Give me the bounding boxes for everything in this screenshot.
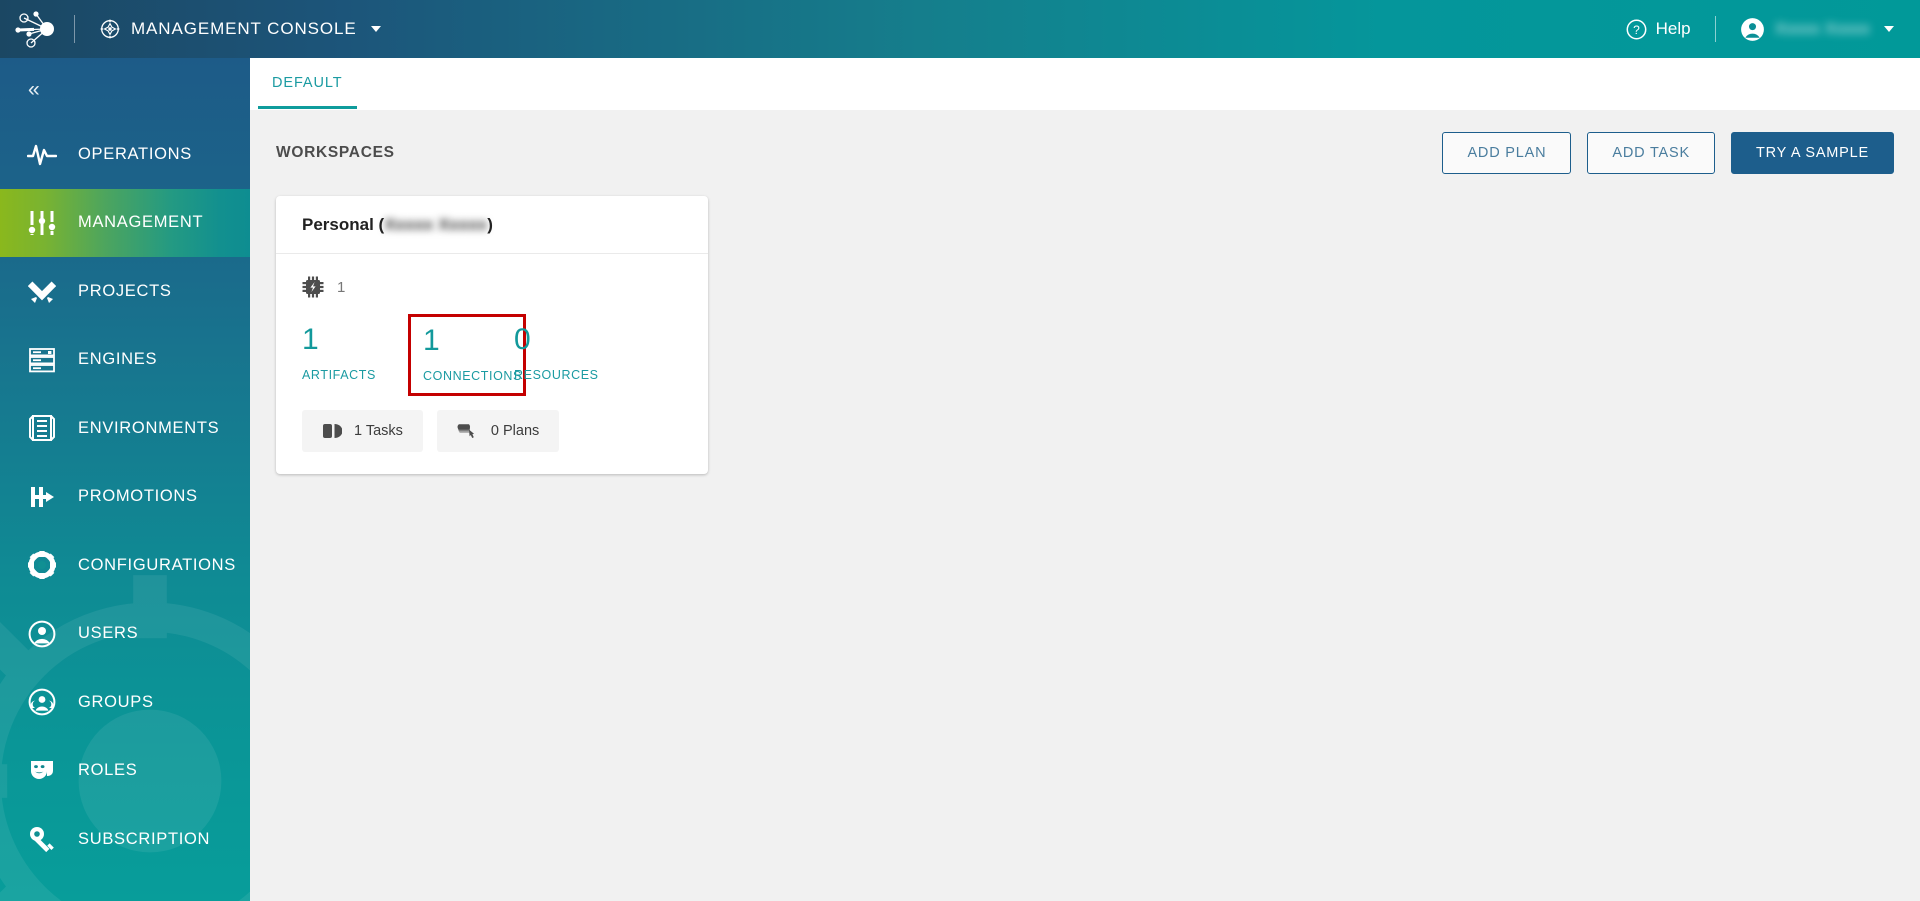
- stat-artifacts[interactable]: 1 ARTIFACTS: [302, 314, 420, 392]
- key-icon: [26, 823, 58, 855]
- sidebar-navigation: « OPERATIONS MANAGEMENT PROJECTS ENGINES…: [0, 58, 250, 901]
- plans-stack-icon: [457, 423, 474, 438]
- header-right-group: ? Help Xxxxx Xxxxx: [1626, 16, 1920, 42]
- sidebar-item-label: ENGINES: [78, 350, 158, 369]
- top-header-bar: MANAGEMENT CONSOLE ? Help Xxxxx Xxxxx: [0, 0, 1920, 58]
- user-circle-icon: [26, 618, 58, 650]
- page-action-buttons: ADD PLAN ADD TASK TRY A SAMPLE: [1442, 132, 1894, 174]
- tab-bar: DEFAULT: [250, 58, 1920, 110]
- sidebar-item-users[interactable]: USERS: [0, 600, 250, 669]
- task-half-circle-icon: [323, 423, 342, 438]
- workspace-stats-row: 1 ARTIFACTS 1 CONNECTIONS 0 RESOURCES: [302, 314, 682, 396]
- environment-box-icon: [26, 412, 58, 444]
- stat-connections-value: 1: [423, 324, 440, 357]
- help-button[interactable]: ? Help: [1626, 19, 1691, 40]
- theater-masks-icon: [26, 755, 58, 787]
- tab-label: DEFAULT: [272, 75, 343, 91]
- management-console-menu[interactable]: MANAGEMENT CONSOLE: [99, 18, 381, 40]
- sidebar-item-label: PROJECTS: [78, 281, 172, 300]
- stat-connections[interactable]: 1 CONNECTIONS: [408, 314, 526, 396]
- stat-resources[interactable]: 0 RESOURCES: [514, 314, 632, 392]
- network-nodes-logo-icon: [15, 11, 54, 48]
- stat-resources-value: 0: [514, 323, 531, 356]
- tab-default[interactable]: DEFAULT: [250, 57, 365, 109]
- console-chevron-down-icon[interactable]: [370, 26, 381, 32]
- badge-plans[interactable]: 0 Plans: [436, 409, 560, 452]
- header-right-divider: [1714, 16, 1716, 42]
- page-header: WORKSPACES ADD PLAN ADD TASK TRY A SAMPL…: [276, 110, 1894, 196]
- sidebar-item-operations[interactable]: OPERATIONS: [0, 120, 250, 189]
- promotion-arrow-icon: [26, 481, 58, 513]
- workspace-owner: Xxxxx Xxxxx: [384, 214, 488, 234]
- sidebar-item-label: GROUPS: [78, 692, 154, 711]
- users-group-icon: [26, 686, 58, 718]
- page-content: WORKSPACES ADD PLAN ADD TASK TRY A SAMPL…: [250, 110, 1920, 474]
- badge-tasks-label: 1 Tasks: [354, 422, 403, 439]
- engine-chip-row: 1: [302, 272, 682, 302]
- user-chevron-down-icon[interactable]: [1884, 26, 1894, 32]
- sidebar-item-label: USERS: [78, 624, 139, 643]
- sidebar-item-label: SUBSCRIPTION: [78, 829, 211, 848]
- user-name: Xxxxx Xxxxx: [1774, 19, 1870, 38]
- sidebar-item-groups[interactable]: GROUPS: [0, 668, 250, 737]
- sidebar-item-label: PROMOTIONS: [78, 487, 198, 506]
- user-menu[interactable]: Xxxxx Xxxxx: [1740, 17, 1894, 42]
- workspace-name: Personal ( Xxxxx Xxxxx ): [302, 215, 493, 235]
- workspace-card-header: Personal ( Xxxxx Xxxxx ): [276, 196, 708, 254]
- sidebar-item-management[interactable]: MANAGEMENT: [0, 188, 250, 257]
- badge-plans-label: 0 Plans: [490, 422, 540, 439]
- workspace-card[interactable]: Personal ( Xxxxx Xxxxx ) 1 1 ARTIFACTS 1…: [276, 196, 708, 474]
- badge-tasks[interactable]: 1 Tasks: [302, 409, 423, 452]
- page-title: WORKSPACES: [276, 144, 395, 161]
- add-plan-button[interactable]: ADD PLAN: [1442, 132, 1572, 174]
- sidebar-item-configurations[interactable]: CONFIGURATIONS: [0, 531, 250, 600]
- sidebar-item-label: ROLES: [78, 761, 138, 780]
- console-title: MANAGEMENT CONSOLE: [131, 19, 357, 38]
- workspace-name-suffix: ): [487, 214, 493, 234]
- workspace-card-grid: Personal ( Xxxxx Xxxxx ) 1 1 ARTIFACTS 1…: [276, 196, 1894, 474]
- sidebar-item-label: OPERATIONS: [78, 144, 192, 163]
- sidebar-item-list: OPERATIONS MANAGEMENT PROJECTS ENGINES E…: [0, 120, 250, 874]
- try-a-sample-button[interactable]: TRY A SAMPLE: [1730, 132, 1894, 174]
- svg-text:?: ?: [1633, 23, 1640, 37]
- sidebar-item-engines[interactable]: ENGINES: [0, 326, 250, 395]
- sidebar-item-environments[interactable]: ENVIRONMENTS: [0, 394, 250, 463]
- sidebar-item-roles[interactable]: ROLES: [0, 737, 250, 806]
- server-stack-icon: [26, 344, 58, 376]
- pencil-ruler-icon: [26, 275, 58, 307]
- engine-chip-count: 1: [337, 278, 346, 296]
- header-divider: [74, 15, 75, 43]
- sidebar-collapse-button[interactable]: «: [0, 58, 250, 120]
- stat-artifacts-label: ARTIFACTS: [302, 367, 376, 382]
- sliders-icon: [26, 207, 58, 239]
- sidebar-item-label: CONFIGURATIONS: [78, 555, 236, 574]
- user-avatar-icon: [1740, 17, 1764, 41]
- stat-resources-label: RESOURCES: [514, 367, 599, 382]
- sidebar-item-subscription[interactable]: SUBSCRIPTION: [0, 805, 250, 874]
- sidebar-item-label: MANAGEMENT: [78, 213, 204, 232]
- workspace-name-prefix: Personal (: [302, 214, 385, 234]
- question-circle-icon: ?: [1626, 19, 1647, 39]
- help-label: Help: [1655, 19, 1691, 38]
- double-chevron-left-icon: «: [28, 77, 40, 101]
- workspace-badges-row: 1 Tasks 0 Plans: [302, 409, 682, 452]
- stat-artifacts-value: 1: [302, 323, 319, 356]
- compass-target-icon: [100, 19, 120, 39]
- sidebar-item-projects[interactable]: PROJECTS: [0, 257, 250, 326]
- add-task-button[interactable]: ADD TASK: [1587, 132, 1715, 174]
- sidebar-item-label: ENVIRONMENTS: [78, 418, 220, 437]
- main-content-area: DEFAULT WORKSPACES ADD PLAN ADD TASK TRY…: [250, 58, 1920, 901]
- processor-chip-icon: [302, 276, 324, 298]
- stat-connections-label: CONNECTIONS: [423, 368, 522, 383]
- sidebar-item-promotions[interactable]: PROMOTIONS: [0, 463, 250, 532]
- gear-icon: [26, 549, 58, 581]
- app-logo[interactable]: [0, 0, 70, 58]
- workspace-card-body: 1 1 ARTIFACTS 1 CONNECTIONS 0 RESOURCES …: [276, 254, 708, 474]
- pulse-waveform-icon: [26, 138, 58, 170]
